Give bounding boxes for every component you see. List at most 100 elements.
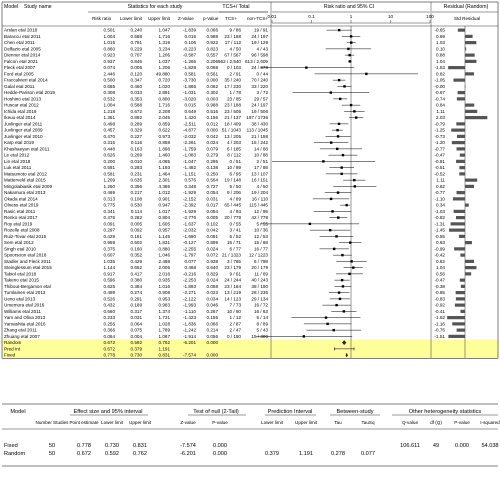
table-row: Karp etal 2019 0.315 0.116 0.858 -2.261 0.024…: [4, 140, 445, 145]
lower-limit-cell: 0.329: [131, 128, 143, 133]
lower-limit-cell: 0.120: [131, 71, 143, 76]
p-value-cell: 0.000: [207, 128, 219, 133]
residual-value-cell: -0.83: [435, 296, 446, 301]
z-value-cell: -1.083: [183, 153, 196, 158]
z-value-cell: -1.110: [183, 309, 196, 314]
lower-limit-cell: 0.652: [131, 265, 143, 270]
study-name-cell: Luk etal 2011: [4, 165, 32, 170]
z-value-cell: -1.865: [183, 84, 196, 89]
table-row: Hedde-Parison etal 2019 0.308 0.033 2.891 -1…: [4, 90, 445, 95]
study-point-marker: [353, 185, 357, 188]
tcs-cell: 4 / 89: [230, 196, 242, 201]
lower-limit-cell: 0.352: [131, 253, 143, 258]
residual-value-cell: -1.25: [435, 128, 446, 133]
residual-value-cell: -1.51: [435, 334, 446, 339]
non-tcs-cell: 5 / 14: [257, 315, 269, 320]
table-row: Mingolabiasik etal 2009 1.250 0.356 4.385 0.…: [4, 184, 445, 189]
p-value-cell: 0.068: [207, 65, 219, 70]
lower-limit-cell: 0.672: [131, 109, 143, 114]
p-value-cell: 0.024: [207, 140, 219, 145]
non-tcs-cell: 16 / 72: [254, 303, 268, 308]
risk-ratio-cell: 0.470: [104, 134, 116, 139]
non-tcs-cell: 19 / 204: [251, 190, 268, 195]
tcs-cell: 3 / 765: [227, 259, 241, 264]
z-value-cell: -3.020: [183, 96, 196, 101]
non-tcs-cell: 24 / 197: [251, 34, 268, 39]
residual-bar: [465, 109, 478, 113]
risk-ratio-cell: 1.351: [104, 115, 116, 120]
tcs-cell: 51 / 1043: [222, 128, 242, 133]
risk-ratio-cell: 0.064: [104, 334, 116, 339]
table-row: Falcon etal 2021 0.937 0.846 1.037 -1.265 0.2…: [4, 59, 445, 64]
residual-value-cell: 0.84: [436, 103, 445, 108]
bottom-col-header: TauSq: [361, 420, 374, 425]
upper-limit-cell: 1.046: [159, 253, 171, 258]
table-row: Khashaeyan etal 2011 0.448 0.163 1.896 -1.75…: [4, 146, 445, 151]
lower-limit-cell: 0.005: [131, 221, 143, 226]
residual-bar: [456, 134, 465, 138]
study-point-marker: [348, 53, 351, 57]
risk-ratio-cell: 0.959: [104, 240, 116, 245]
z-value-cell: -1.836: [183, 321, 196, 326]
non-tcs-cell: 113 / 1045: [247, 128, 269, 133]
summary-band: [2, 339, 498, 359]
summary-risk-ratio-cell: 0.672: [104, 340, 116, 345]
upper-limit-cell: 0.935: [159, 278, 171, 283]
lower-limit-cell: 0.231: [131, 171, 143, 176]
study-name-cell: Singh etal 2010: [4, 246, 36, 251]
table-row: Steinglessum etal 2015 1.144 0.652 2.005 0.4…: [4, 265, 445, 270]
header-study-name: Study name: [24, 4, 52, 10]
study-point-marker: [337, 216, 340, 219]
risk-ratio-cell: 0.625: [104, 284, 116, 289]
residual-bar: [460, 309, 465, 313]
tcs-cell: 23 / 188: [224, 34, 241, 39]
risk-ratio-cell: 0.860: [104, 46, 116, 51]
bottom-group-header: Between-study: [336, 409, 373, 415]
study-point-marker: [336, 191, 340, 194]
study-name-cell: Umemura etal 2016: [4, 303, 45, 308]
tcs-cell: 14 / 123: [224, 296, 241, 301]
residual-bar: [452, 322, 465, 326]
forest-axis-tick-label: 10: [388, 14, 394, 19]
study-point-marker: [349, 241, 352, 244]
summary-risk-ratio-cell: 0.672: [104, 346, 116, 351]
non-tcs-cell: 4 / 43: [257, 46, 269, 51]
lower-limit-cell: 0.010: [131, 159, 143, 164]
residual-bar: [456, 191, 465, 195]
upper-limit-cell: 4.085: [159, 159, 171, 164]
risk-ratio-cell: 1.035: [104, 259, 116, 264]
bottom-cell: 0.592: [105, 451, 119, 457]
non-tcs-cell: 115 / 445: [249, 203, 268, 208]
residual-value-cell: -1.53: [435, 65, 446, 70]
p-value-cell: 0.155: [207, 315, 219, 320]
lower-limit-cell: 0.384: [131, 284, 143, 289]
p-value-cell: 0.564: [207, 178, 219, 183]
residual-bar: [465, 47, 467, 51]
residual-bar: [456, 159, 465, 163]
study-name-cell: Takeno etal 2015: [4, 278, 39, 283]
p-value-cell: 0.938: [207, 259, 219, 264]
residual-value-cell: -0.65: [435, 28, 446, 33]
study-point-marker: [340, 172, 343, 176]
risk-ratio-cell: 0.581: [104, 171, 116, 176]
residual-bar: [459, 172, 465, 176]
forest-axis-tick-label: 0.01: [268, 14, 277, 19]
lower-limit-cell: 0.460: [131, 84, 143, 89]
study-point-marker: [353, 178, 356, 182]
z-value-cell: -0.216: [183, 271, 196, 276]
lower-limit-cell: 0.429: [131, 259, 143, 264]
tcs-cell: 2 / 91: [230, 71, 242, 76]
upper-limit-cell: 0.901: [159, 196, 171, 201]
table-row: Rozelle etal 2008 0.297 0.092 0.957 -2.032 0.…: [4, 228, 445, 233]
residual-value-cell: 0.34: [436, 203, 445, 208]
residual-bar: [457, 91, 465, 95]
study-name-cell: Karp etal 2019: [4, 140, 34, 145]
lower-limit-cell: 0.031: [131, 315, 143, 320]
study-name-cell: Thibout-Bergamon etal: [4, 284, 51, 289]
bottom-cell: -7.574: [180, 443, 196, 449]
z-value-cell: -1.482: [183, 165, 196, 170]
table-row: Takeno etal 2015 0.596 0.380 0.935 -2.253 0.0…: [4, 278, 445, 283]
p-value-cell: 0.295: [207, 159, 219, 164]
p-value-cell: 0.046: [207, 303, 219, 308]
bottom-cell: Random: [4, 451, 25, 457]
